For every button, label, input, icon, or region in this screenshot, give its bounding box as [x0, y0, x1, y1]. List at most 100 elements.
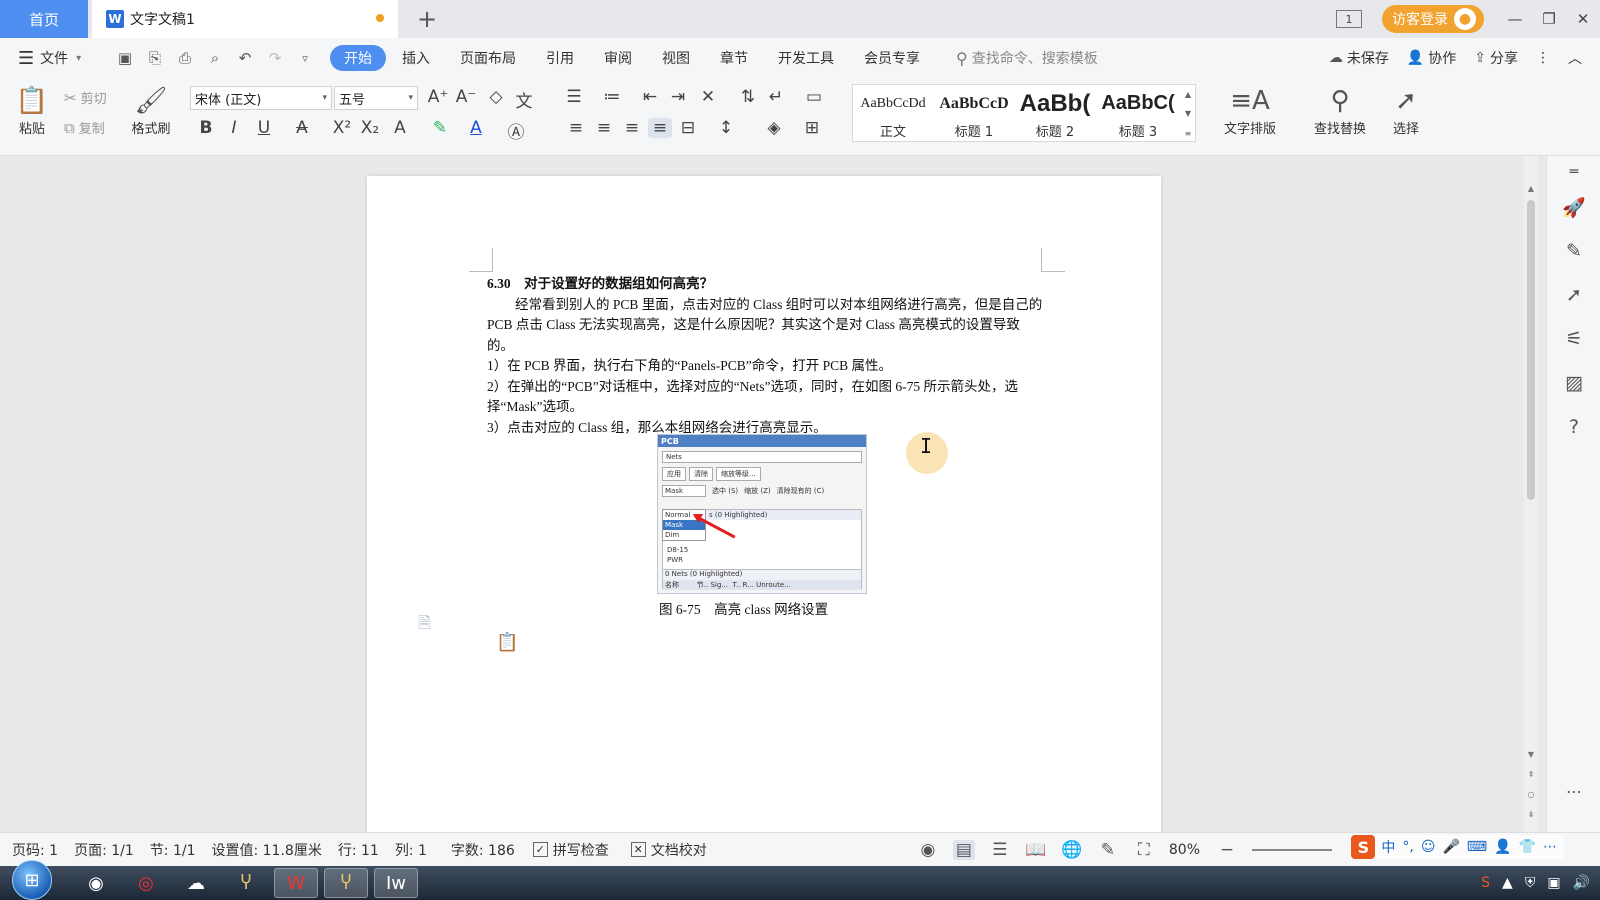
spell-check-button[interactable]: ✓ 拼写检查: [532, 840, 609, 860]
cut-button[interactable]: ✂ 剪切: [64, 88, 107, 108]
ime-voice-icon[interactable]: 🎤: [1442, 839, 1459, 855]
fit-page-icon[interactable]: ⛶: [1133, 840, 1155, 860]
font-color-icon[interactable]: A: [464, 118, 488, 138]
tab-developer[interactable]: 开发工具: [764, 45, 848, 71]
help-icon[interactable]: ?: [1547, 416, 1600, 438]
shrink-font-icon[interactable]: A⁻: [454, 87, 478, 107]
start-button[interactable]: ⊞: [12, 860, 52, 900]
show-marks-icon[interactable]: ↵: [764, 87, 788, 107]
file-menu[interactable]: ☰ 文件 ▾: [18, 48, 102, 69]
tab-insert[interactable]: 插入: [388, 45, 444, 71]
chevron-down-icon[interactable]: ▼: [1185, 109, 1191, 118]
altium-active-icon[interactable]: Ⴤ: [324, 868, 368, 898]
document-body[interactable]: 6.30 对于设置好的数据组如何高亮？ 经常看到别人的 PCB 里面，点击对应的…: [487, 274, 1045, 438]
ime-toolbar[interactable]: S 中 °, ☺ 🎤 ⌨ 👤 👕 ⋯: [1351, 835, 1564, 859]
distributed-icon[interactable]: ⊟: [676, 118, 700, 138]
highlight-icon[interactable]: ✎: [428, 118, 452, 138]
ime-user-icon[interactable]: 👤: [1494, 839, 1511, 855]
tab-home[interactable]: 首页: [0, 0, 88, 38]
tab-view[interactable]: 视图: [648, 45, 704, 71]
select-button[interactable]: ➚ 选择: [1384, 84, 1428, 137]
chevron-down-icon[interactable]: ▼: [1524, 750, 1538, 759]
reading-view-icon[interactable]: 📖: [1025, 840, 1047, 860]
zoom-slider[interactable]: [1252, 849, 1332, 851]
underline-icon[interactable]: U: [252, 118, 276, 138]
numbered-list-icon[interactable]: ≔: [600, 87, 624, 107]
ime-chinese-mode[interactable]: 中: [1381, 837, 1395, 857]
window-count-icon[interactable]: 1: [1336, 10, 1362, 28]
collapse-ribbon-icon[interactable]: ︿: [1568, 48, 1582, 68]
next-page-icon[interactable]: ⇟: [1524, 810, 1538, 819]
zoom-out-icon[interactable]: −: [1216, 840, 1238, 860]
copy-button[interactable]: ⧉ 复制: [64, 118, 105, 138]
borders-icon[interactable]: ⊞: [800, 118, 824, 138]
minimize-button[interactable]: —: [1498, 0, 1532, 38]
ime-keyboard-icon[interactable]: ⌨: [1467, 839, 1487, 855]
tab-references[interactable]: 引用: [532, 45, 588, 71]
image-tool-icon[interactable]: ▨: [1547, 372, 1600, 394]
style-heading-1[interactable]: AaBbCcD 标题 1: [933, 85, 1015, 143]
more-icon[interactable]: ⋯: [1547, 782, 1600, 801]
panel-handle-icon[interactable]: ═: [1547, 164, 1600, 180]
grow-font-icon[interactable]: A⁺: [426, 87, 450, 107]
superscript-icon[interactable]: X²: [330, 118, 354, 138]
new-tab-button[interactable]: +: [412, 4, 442, 34]
tab-document[interactable]: W 文字文稿1: [92, 0, 398, 38]
customize-icon[interactable]: ▿: [292, 45, 318, 71]
netease-music-icon[interactable]: ◎: [124, 868, 168, 898]
command-search[interactable]: ⚲ 查找命令、搜索模板: [956, 48, 1098, 68]
figure-pcb-panel[interactable]: PCB Nets 应用 清除 缩放等级... Mask 选中 (S) 缩放 (Z…: [657, 434, 867, 594]
unsaved-button[interactable]: ☁ 未保存: [1329, 48, 1389, 68]
document-area[interactable]: 6.30 对于设置好的数据组如何高亮？ 经常看到别人的 PCB 里面，点击对应的…: [0, 156, 1534, 832]
web-view-icon[interactable]: 🌐: [1061, 840, 1083, 860]
increase-indent-icon[interactable]: ⇥: [666, 87, 690, 107]
chrome-icon[interactable]: ◉: [74, 868, 118, 898]
ime-skin-icon[interactable]: 👕: [1519, 839, 1536, 855]
status-word-count[interactable]: 字数: 186: [451, 840, 515, 860]
rocket-icon[interactable]: 🚀: [1547, 196, 1600, 219]
document-page[interactable]: 6.30 对于设置好的数据组如何高亮？ 经常看到别人的 PCB 里面，点击对应的…: [367, 176, 1161, 832]
doc-proof-button[interactable]: ✕ 文档校对: [630, 840, 707, 860]
bold-icon[interactable]: B: [194, 118, 218, 138]
text-layout-button[interactable]: ≡A 文字排版: [1212, 84, 1288, 137]
write-mode-icon[interactable]: ✎: [1097, 840, 1119, 860]
decrease-indent-icon[interactable]: ⇤: [638, 87, 662, 107]
font-name-select[interactable]: 宋体 (正文) ▾: [190, 86, 332, 110]
eye-protect-icon[interactable]: ◉: [917, 840, 939, 860]
tab-home-ribbon[interactable]: 开始: [330, 45, 386, 71]
style-heading-3[interactable]: AaBbC( 标题 3: [1095, 85, 1181, 143]
pointer-icon[interactable]: ➚: [1547, 284, 1600, 306]
network-icon[interactable]: ▣: [1547, 875, 1560, 891]
tab-page-layout[interactable]: 页面布局: [446, 45, 530, 71]
pen-icon[interactable]: ✎: [1547, 240, 1600, 262]
guest-login-button[interactable]: 访客登录 ●: [1382, 5, 1484, 33]
prev-page-icon[interactable]: ⇞: [1524, 770, 1538, 779]
line-spacing-icon[interactable]: ↕: [714, 118, 738, 138]
tab-member[interactable]: 会员专享: [850, 45, 934, 71]
collaborate-button[interactable]: 👤 协作: [1407, 48, 1456, 68]
style-normal[interactable]: AaBbCcDd 正文: [853, 85, 933, 143]
text-effect-icon[interactable]: A: [388, 118, 412, 138]
ime-emoji-icon[interactable]: ☺: [1421, 839, 1436, 855]
wps-writer-icon[interactable]: Iw: [374, 868, 418, 898]
tab-review[interactable]: 审阅: [590, 45, 646, 71]
save-icon[interactable]: ▣: [112, 45, 138, 71]
undo-icon[interactable]: ↶: [232, 45, 258, 71]
char-border-icon[interactable]: Ⓐ: [504, 118, 528, 143]
chevron-up-icon[interactable]: ▲: [1185, 90, 1191, 99]
style-scroll[interactable]: ▲ ▼ ≡: [1181, 85, 1195, 143]
shading-icon[interactable]: ◈: [762, 118, 786, 138]
browse-object-icon[interactable]: ○: [1524, 790, 1538, 799]
tab-section[interactable]: 章节: [706, 45, 762, 71]
scrollbar-thumb[interactable]: [1527, 200, 1535, 500]
print-icon[interactable]: ⎙: [172, 45, 198, 71]
settings-sliders-icon[interactable]: ⚟: [1547, 328, 1600, 350]
security-shield-icon[interactable]: ⛨: [1525, 875, 1536, 891]
paste-options-icon[interactable]: 📋: [496, 632, 518, 653]
export-icon[interactable]: ⎘: [142, 45, 168, 71]
ime-more-icon[interactable]: ⋯: [1543, 839, 1557, 855]
clear-format-icon[interactable]: ◇: [484, 87, 508, 107]
expand-icon[interactable]: ≡: [1185, 129, 1192, 138]
sort-icon[interactable]: ⇅: [736, 87, 760, 107]
format-painter-button[interactable]: 🖌 格式刷: [124, 84, 178, 137]
